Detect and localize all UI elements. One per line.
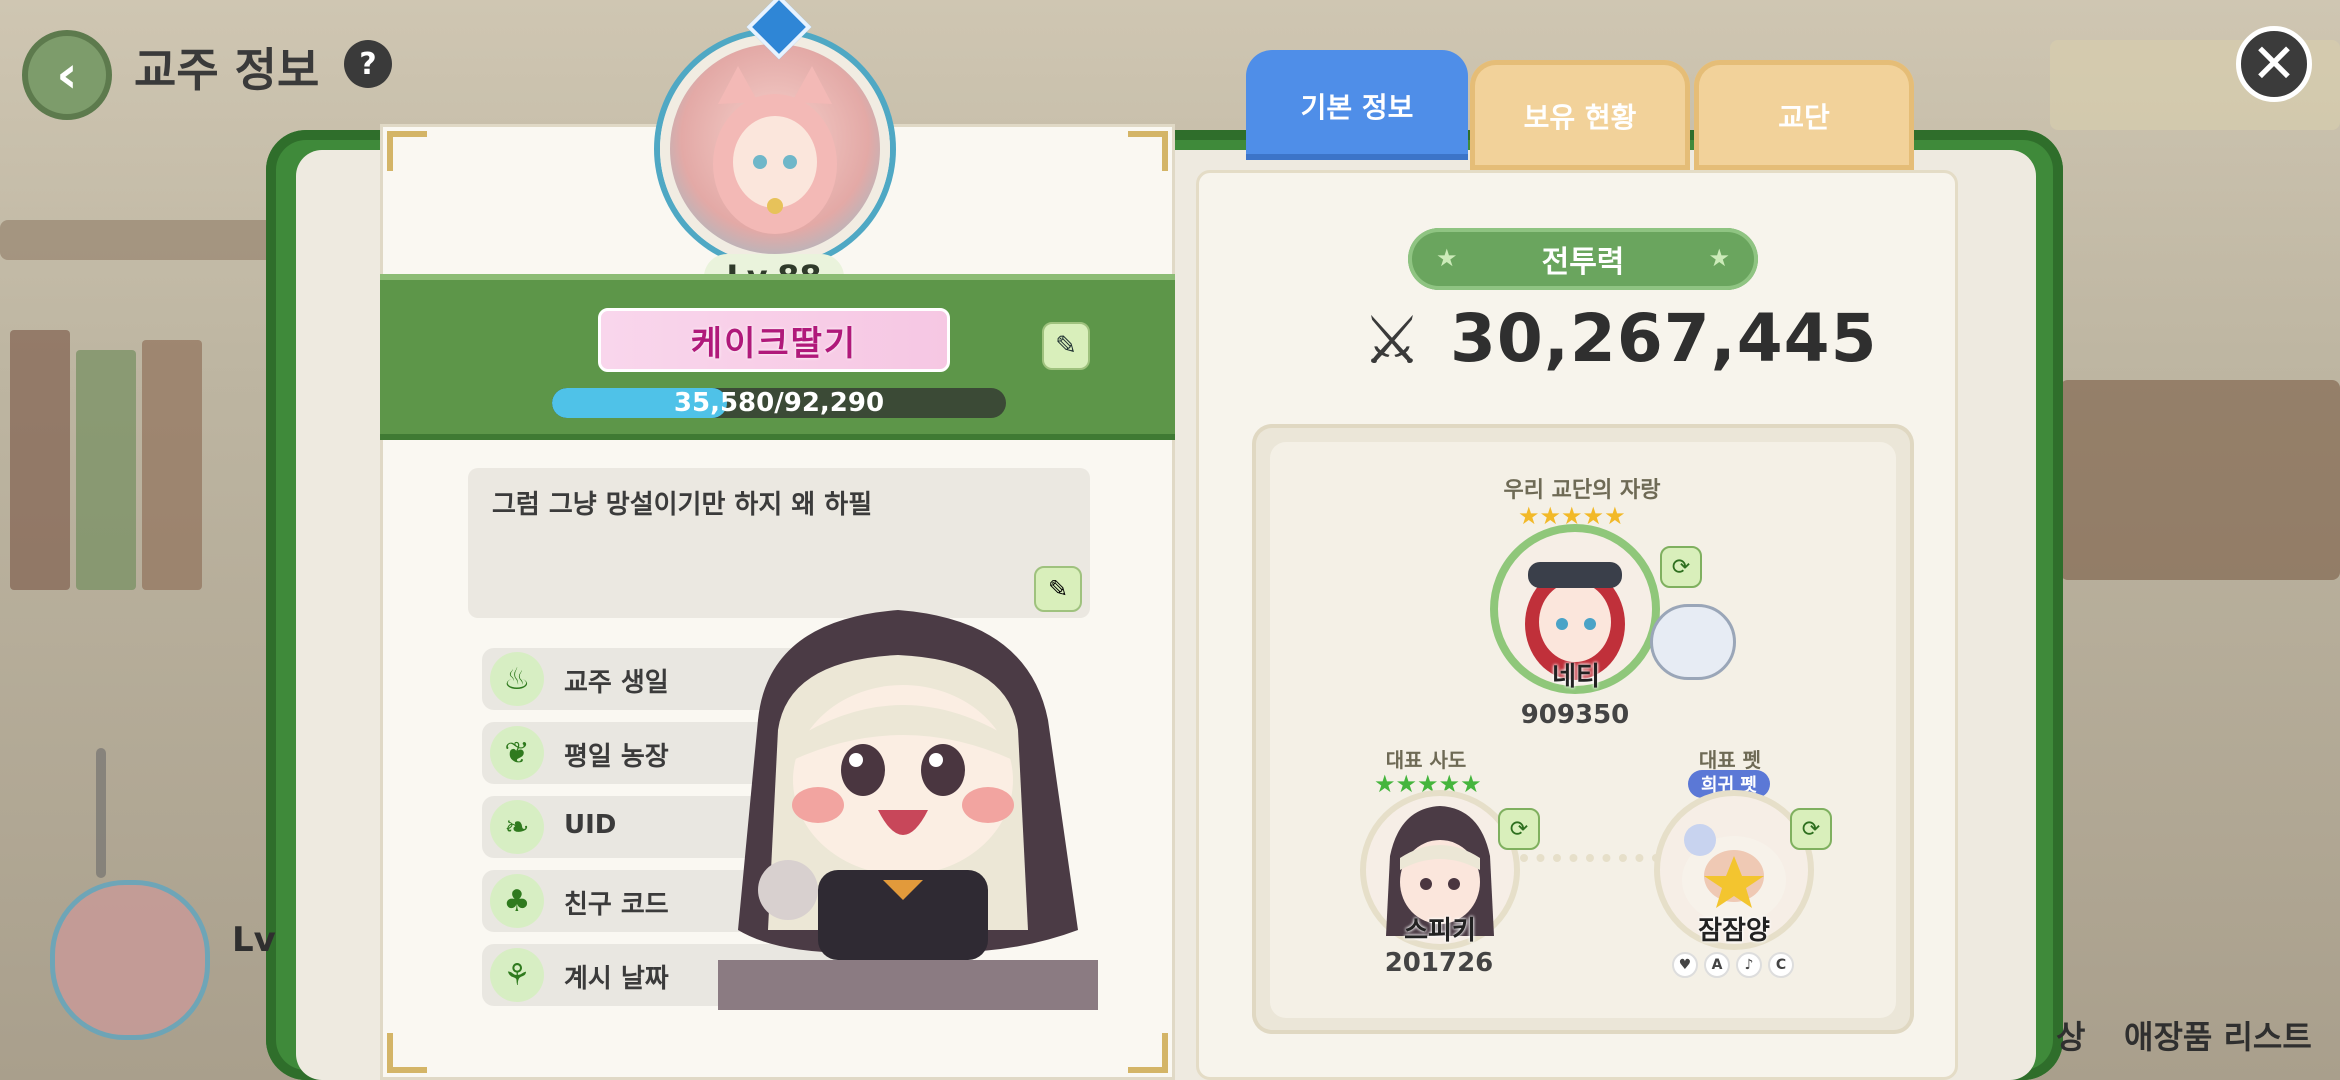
pencil-icon: ✎: [1047, 575, 1069, 603]
rank-chip: ♪: [1736, 952, 1762, 978]
featured-character-name: 네티: [1552, 662, 1600, 692]
rank-chip: A: [1704, 952, 1730, 978]
background-level-label: Lv: [232, 920, 276, 960]
star-icon: ★: [1708, 244, 1730, 272]
leaf-icon: ❧: [490, 800, 544, 854]
rep-pet-name: 잠잠양: [1698, 916, 1770, 946]
connector-line: [1520, 854, 1660, 862]
info-label: 평일 농장: [564, 742, 669, 772]
back-button[interactable]: ‹: [22, 30, 112, 120]
avatar-character-icon: [713, 66, 837, 234]
rank-chip: C: [1768, 952, 1794, 978]
cake-icon: ♨: [490, 652, 544, 706]
corner-ornament: [1128, 1033, 1168, 1073]
favorites-list-label[interactable]: 애장품 리스트: [2124, 1012, 2312, 1058]
refresh-icon: ⟳: [1509, 816, 1529, 842]
corner-ornament: [1128, 131, 1168, 171]
page-title: 교주 정보: [134, 43, 320, 97]
companion-robot-icon: [1650, 604, 1736, 680]
combat-power-value: 30,267,445: [1450, 300, 1878, 377]
background-menu-label: 상: [2056, 1018, 2086, 1056]
edit-name-button[interactable]: ✎: [1042, 322, 1090, 370]
exp-text: 35,580/92,290: [673, 388, 885, 418]
combat-power-title: 전투력: [1541, 245, 1625, 280]
combat-power-badge: ★ 전투력 ★: [1408, 228, 1758, 290]
refresh-icon: ⟳: [1671, 554, 1691, 580]
star-icon: ★: [1436, 244, 1458, 272]
scroll-indicator: [96, 748, 106, 878]
info-label: 교주 생일: [564, 668, 669, 698]
rep-pet-label: 대표 펫: [1698, 748, 1762, 772]
exp-bar: 35,580/92,290: [552, 388, 1006, 418]
sprout-icon: ⚘: [490, 948, 544, 1002]
help-icon[interactable]: ?: [344, 40, 392, 88]
nameplate: 케이크딸기: [598, 308, 950, 372]
refresh-disciple-button[interactable]: ⟳: [1498, 808, 1540, 850]
player-name: 케이크딸기: [690, 323, 858, 364]
info-label: 계시 날짜: [564, 964, 669, 994]
tab-guild[interactable]: 교단: [1694, 60, 1914, 170]
info-label: UID: [564, 810, 617, 840]
showcase-title: 우리 교단의 자랑: [1503, 478, 1661, 503]
rep-disciple-label: 대표 사도: [1385, 748, 1467, 772]
featured-character-score: 909350: [1520, 700, 1630, 730]
rank-chip: ♥: [1672, 952, 1698, 978]
corner-ornament: [387, 131, 427, 171]
pencil-icon: ✎: [1055, 331, 1077, 361]
radish-icon: ❦: [490, 726, 544, 780]
rep-disciple-score: 201726: [1384, 948, 1494, 978]
refresh-icon: ⟳: [1801, 816, 1821, 842]
tab-holdings[interactable]: 보유 현황: [1470, 60, 1690, 170]
close-button[interactable]: ✕: [2236, 26, 2312, 102]
corner-ornament: [387, 1033, 427, 1073]
status-message: 그럼 그냥 망설이기만 하지 왜 하필: [492, 490, 873, 520]
crossed-swords-icon: ⚔: [1362, 301, 1422, 379]
friends-icon: ♣: [490, 874, 544, 928]
tab-basic-info[interactable]: 기본 정보: [1246, 50, 1468, 160]
background-avatar: [50, 880, 210, 1040]
rep-disciple-name: 스피키: [1404, 916, 1476, 946]
refresh-pet-button[interactable]: ⟳: [1790, 808, 1832, 850]
profile-avatar[interactable]: [660, 34, 890, 264]
refresh-featured-button[interactable]: ⟳: [1660, 546, 1702, 588]
info-label: 친구 코드: [564, 890, 669, 920]
crying-character-sticker: [698, 600, 1128, 1020]
